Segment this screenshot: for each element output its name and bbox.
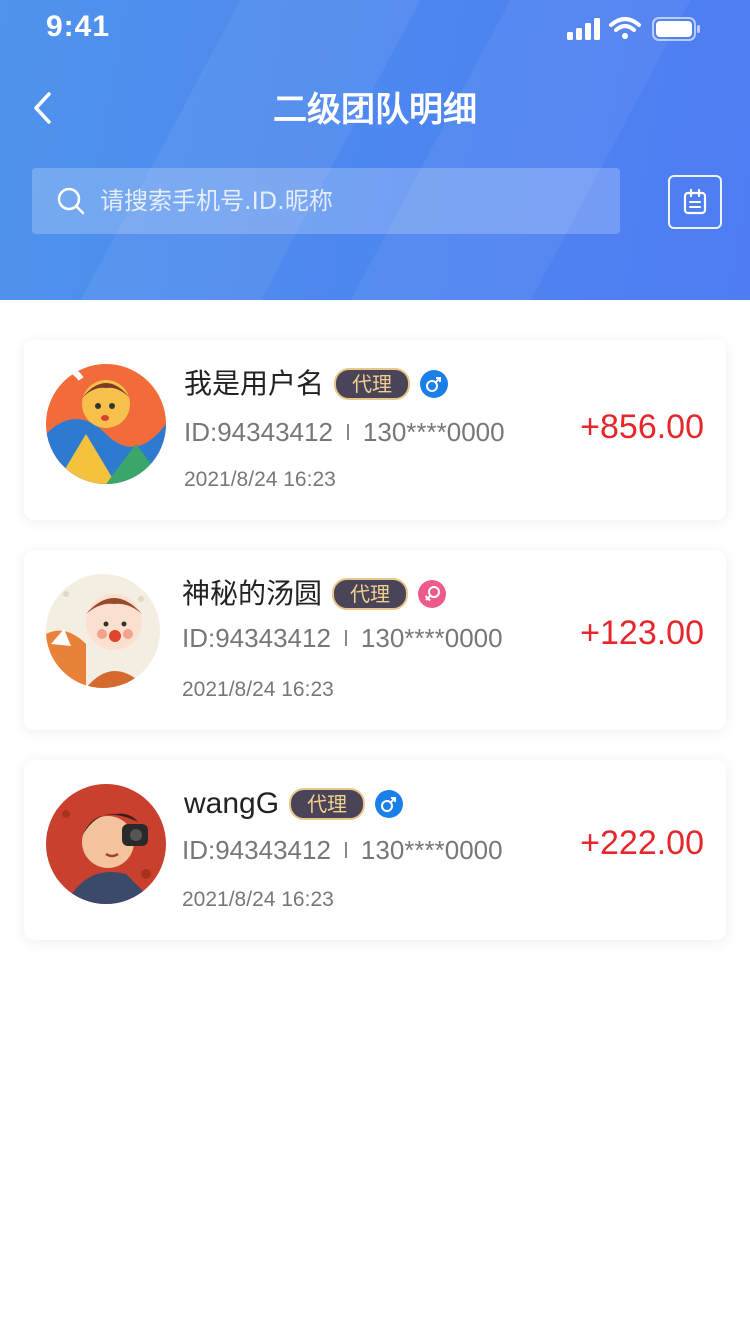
user-id: ID:94343412 — [182, 622, 331, 653]
member-card[interactable]: wangG 代理 ID:94343412 130****0000 2021/8/… — [24, 760, 726, 940]
wifi-icon — [609, 17, 641, 39]
user-name: wangG — [184, 787, 280, 820]
calendar-button[interactable] — [668, 175, 722, 229]
status-bar: 9:41 — [0, 0, 750, 60]
join-date: 2021/8/24 16:23 — [184, 468, 336, 491]
user-id: ID:94343412 — [182, 834, 331, 865]
male-icon — [375, 790, 404, 818]
user-name: 我是用户名 — [184, 367, 325, 400]
avatar — [46, 784, 166, 904]
name-row: wangG 代理 — [184, 784, 404, 824]
user-phone: 130****0000 — [362, 416, 505, 447]
info-row: ID:94343412 130****0000 — [182, 832, 503, 868]
user-phone: 130****0000 — [360, 622, 503, 653]
avatar — [46, 364, 166, 484]
divider — [344, 630, 347, 646]
role-badge: 代理 — [334, 368, 411, 400]
amount: +856.00 — [580, 408, 704, 446]
search-icon — [57, 187, 85, 215]
join-date: 2021/8/24 16:23 — [182, 678, 334, 701]
search-input[interactable] — [98, 180, 620, 222]
user-phone: 130****0000 — [360, 834, 503, 865]
user-name: 神秘的汤圆 — [182, 577, 323, 610]
status-time: 9:41 — [46, 10, 111, 43]
battery-icon — [652, 17, 700, 41]
amount: +222.00 — [580, 824, 704, 862]
member-card[interactable]: 神秘的汤圆 代理 ID:94343412 130****0000 2021/8/… — [24, 550, 726, 730]
role-badge: 代理 — [289, 788, 366, 820]
status-icons — [567, 17, 700, 41]
info-row: ID:94343412 130****0000 — [182, 620, 503, 656]
join-date: 2021/8/24 16:23 — [182, 888, 334, 911]
calendar-icon — [683, 188, 707, 215]
header: 9:41 二级团队明细 — [0, 0, 750, 300]
search-box[interactable] — [32, 168, 620, 234]
amount: +123.00 — [580, 614, 704, 652]
page-title: 二级团队明细 — [273, 90, 477, 130]
member-card[interactable]: 我是用户名 代理 ID:94343412 130****0000 2021/8/… — [24, 340, 726, 520]
avatar — [46, 574, 160, 688]
user-id: ID:94343412 — [184, 416, 333, 447]
divider — [346, 424, 349, 440]
male-icon — [420, 370, 449, 398]
divider — [344, 842, 347, 858]
signal-icon — [567, 18, 600, 40]
female-icon — [418, 580, 447, 608]
role-badge: 代理 — [332, 578, 409, 610]
name-row: 神秘的汤圆 代理 — [182, 574, 447, 614]
info-row: ID:94343412 130****0000 — [184, 414, 505, 450]
name-row: 我是用户名 代理 — [184, 364, 449, 404]
